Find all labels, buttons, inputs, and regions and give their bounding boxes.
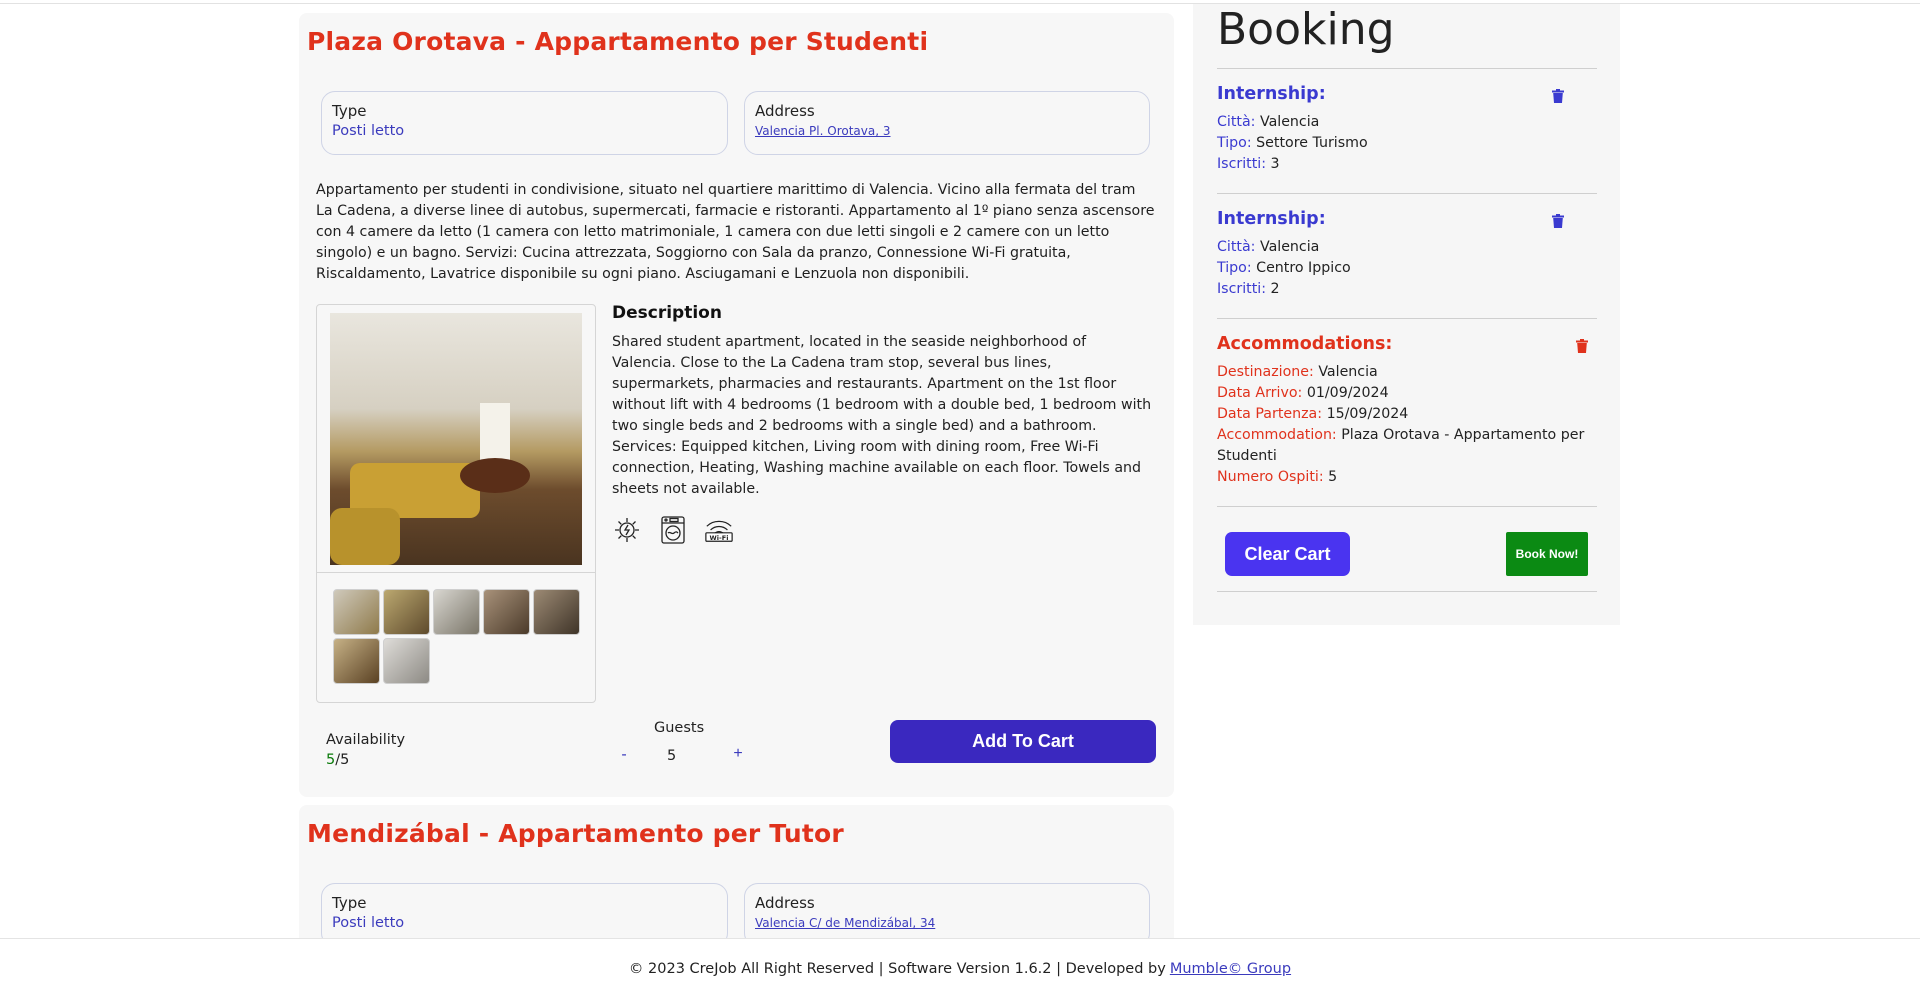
listing-card: Mendizábal - Appartamento per Tutor Type… <box>299 805 1174 955</box>
trash-icon[interactable] <box>1552 88 1564 103</box>
amenity-icons: Wi-Fi <box>612 515 734 545</box>
booking-title: Booking <box>1217 4 1395 55</box>
trash-icon[interactable] <box>1576 338 1588 353</box>
cart-item-internship: Internship: Città: Valencia Tipo: Centro… <box>1217 209 1597 300</box>
divider <box>1217 506 1597 507</box>
type-box: Type Posti letto <box>321 91 728 155</box>
washing-machine-icon <box>658 515 688 545</box>
arrival-value: 01/09/2024 <box>1306 385 1389 401</box>
guests-decrement-button[interactable]: - <box>615 746 633 764</box>
address-link[interactable]: Valencia C/ de Mendizábal, 34 <box>755 916 935 930</box>
description-title: Description <box>612 303 722 323</box>
divider <box>1217 318 1597 319</box>
enrolled-value: 3 <box>1270 156 1280 172</box>
enrolled-key: Iscritti: <box>1217 156 1266 172</box>
city-value: Valencia <box>1259 114 1320 130</box>
developer-link[interactable]: Mumble© Group <box>1170 961 1291 977</box>
description-english: Shared student apartment, located in the… <box>612 334 1152 497</box>
type-value: Posti letto <box>332 915 405 931</box>
enrolled-value: 2 <box>1270 281 1280 297</box>
destination-key: Destinazione: <box>1217 364 1314 380</box>
address-box: Address Valencia Pl. Orotava, 3 <box>744 91 1150 155</box>
address-link[interactable]: Valencia Pl. Orotava, 3 <box>755 124 891 138</box>
city-value: Valencia <box>1259 239 1320 255</box>
guests-value: 5 <box>1328 469 1338 485</box>
type-label: Type <box>332 102 367 120</box>
divider <box>1217 193 1597 194</box>
thumbnail[interactable] <box>533 589 580 635</box>
thumbnail[interactable] <box>483 589 530 635</box>
booking-panel: Booking Internship: Città: Valencia Tipo… <box>1193 4 1620 625</box>
city-key: Città: <box>1217 239 1256 255</box>
listing-card: Plaza Orotava - Appartamento per Student… <box>299 13 1174 797</box>
cart-item-heading: Accommodations: <box>1217 334 1393 354</box>
wifi-icon: Wi-Fi <box>704 515 734 545</box>
thumbnail[interactable] <box>333 589 380 635</box>
cart-item-heading: Internship: <box>1217 84 1326 104</box>
footer: © 2023 CreJob All Right Reserved | Softw… <box>0 938 1920 999</box>
type-key: Tipo: <box>1217 135 1252 151</box>
top-divider <box>0 0 1920 4</box>
guests-count: 5 <box>667 748 677 764</box>
divider <box>1217 591 1597 592</box>
cart-item-accommodation: Accommodations: Destinazione: Valencia D… <box>1217 334 1597 488</box>
thumbnail[interactable] <box>383 638 430 684</box>
thumbnail[interactable] <box>433 589 480 635</box>
availability-value: 5/5 <box>326 752 349 768</box>
guests-key: Numero Ospiti: <box>1217 469 1324 485</box>
city-key: Città: <box>1217 114 1256 130</box>
listing-title: Plaza Orotava - Appartamento per Student… <box>307 27 929 56</box>
apartment-photo <box>330 312 582 565</box>
cart-item-heading: Internship: <box>1217 209 1326 229</box>
type-label: Type <box>332 894 367 912</box>
heating-icon <box>612 515 642 545</box>
cart-item-internship: Internship: Città: Valencia Tipo: Settor… <box>1217 84 1597 175</box>
photo-gallery <box>316 304 596 703</box>
availability-total: /5 <box>335 752 350 768</box>
type-key: Tipo: <box>1217 260 1252 276</box>
listing-title: Mendizábal - Appartamento per Tutor <box>307 819 844 848</box>
availability-label: Availability <box>326 732 406 748</box>
thumbnail[interactable] <box>383 589 430 635</box>
add-to-cart-button[interactable]: Add To Cart <box>890 720 1156 763</box>
thumbnail[interactable] <box>333 638 380 684</box>
thumbnail-strip <box>333 589 583 684</box>
arrival-key: Data Arrivo: <box>1217 385 1303 401</box>
guests-label: Guests <box>654 720 705 736</box>
type-value: Settore Turismo <box>1256 135 1368 151</box>
availability-available: 5 <box>326 752 336 768</box>
type-value: Centro Ippico <box>1256 260 1351 276</box>
guests-increment-button[interactable]: + <box>729 745 747 763</box>
type-value: Posti letto <box>332 123 405 139</box>
destination-value: Valencia <box>1318 364 1378 380</box>
main-photo[interactable] <box>317 305 595 573</box>
address-label: Address <box>755 102 815 120</box>
enrolled-key: Iscritti: <box>1217 281 1266 297</box>
clear-cart-button[interactable]: Clear Cart <box>1225 532 1350 576</box>
wifi-label: Wi-Fi <box>710 534 729 542</box>
description-italian: Appartamento per studenti in condivision… <box>316 182 1155 282</box>
accommodation-key: Accommodation: <box>1217 427 1337 443</box>
book-now-button[interactable]: Book Now! <box>1506 532 1588 576</box>
divider <box>1217 68 1597 69</box>
departure-key: Data Partenza: <box>1217 406 1323 422</box>
footer-text: © 2023 CreJob All Right Reserved | Softw… <box>628 961 1166 977</box>
address-label: Address <box>755 894 815 912</box>
trash-icon[interactable] <box>1552 213 1564 228</box>
departure-value: 15/09/2024 <box>1326 406 1409 422</box>
